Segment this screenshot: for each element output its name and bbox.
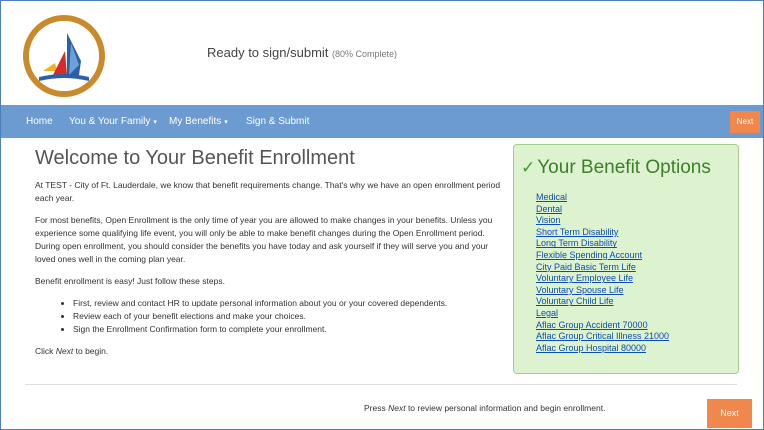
nav-home[interactable]: Home [26,105,53,138]
click-next-emphasis: Next [55,346,74,356]
benefit-link-dental[interactable]: Dental [536,204,562,214]
city-logo [23,15,105,97]
benefit-options-heading: ✓ Your Benefit Options [521,157,711,179]
nav-sign-and-submit[interactable]: Sign & Submit [246,105,309,138]
nav-my-benefits[interactable]: My Benefits ▾ [169,105,228,138]
benefit-link-voluntary-child-life[interactable]: Voluntary Child Life [536,296,614,306]
benefit-link-short-term-disability[interactable]: Short Term Disability [536,227,618,237]
footer-prefix: Press [364,403,389,413]
steps-list: First, review and contact HR to update p… [35,297,503,336]
benefit-link-medical[interactable]: Medical [536,192,567,202]
sailboat-logo-icon [29,21,99,91]
next-button-top[interactable]: Next [730,111,760,133]
benefit-link-legal[interactable]: Legal [536,308,558,318]
benefit-link-basic-term-life[interactable]: City Paid Basic Term Life [536,262,636,272]
click-prefix: Click [35,346,56,356]
benefit-link-long-term-disability[interactable]: Long Term Disability [536,238,617,248]
footer-divider [25,384,737,385]
benefit-link-aflac-critical-illness[interactable]: Aflac Group Critical Illness 21000 [536,331,669,341]
caret-down-icon: ▾ [224,119,228,126]
progress-label: Ready to sign/submit [207,45,329,60]
benefit-link-voluntary-employee-life[interactable]: Voluntary Employee Life [536,273,633,283]
benefit-options-list: Medical Dental Vision Short Term Disabil… [536,192,669,354]
benefit-options-title: Your Benefit Options [537,157,711,178]
benefit-options-panel: ✓ Your Benefit Options Medical Dental Vis… [513,144,739,374]
footer-next-emphasis: Next [388,403,406,413]
checkmark-icon: ✓ [521,158,536,177]
benefit-link-voluntary-spouse-life[interactable]: Voluntary Spouse Life [536,285,624,295]
step-item: First, review and contact HR to update p… [73,297,503,310]
progress-status: Ready to sign/submit (80% Complete) [207,45,397,60]
next-button-bottom[interactable]: Next [707,399,752,428]
benefit-link-aflac-accident[interactable]: Aflac Group Accident 70000 [536,320,648,330]
benefit-link-vision[interactable]: Vision [536,215,560,225]
page-title: Welcome to Your Benefit Enrollment [35,147,355,169]
welcome-section: Welcome to Your Benefit Enrollment At TE… [35,147,503,367]
open-enrollment-paragraph: For most benefits, Open Enrollment is th… [35,215,493,264]
click-next-instruction: Click Next to begin. [35,345,503,358]
progress-percent: (80% Complete) [332,49,398,59]
nav-sign-label: Sign & Submit [246,116,310,127]
caret-down-icon: ▾ [153,119,157,126]
steps-intro: Benefit enrollment is easy! Just follow … [35,276,225,286]
intro-paragraph: At TEST - City of Ft. Lauderdale, we kno… [35,180,501,203]
header: Ready to sign/submit (80% Complete) [1,1,763,105]
nav-family-label: You & Your Family [69,116,151,127]
click-suffix: to begin. [73,346,109,356]
step-item: Review each of your benefit elections an… [73,310,503,323]
benefit-link-aflac-hospital[interactable]: Aflac Group Hospital 80000 [536,343,646,353]
nav-benefits-label: My Benefits [169,116,222,127]
footer-suffix: to review personal information and begin… [405,403,606,413]
step-item: Sign the Enrollment Confirmation form to… [73,323,503,336]
benefit-link-flexible-spending-account[interactable]: Flexible Spending Account [536,250,642,260]
nav-you-and-your-family[interactable]: You & Your Family ▾ [69,105,157,138]
footer-instruction: Press Next to review personal informatio… [364,403,605,413]
main-navbar: Home You & Your Family ▾ My Benefits ▾ Sig… [1,105,763,138]
nav-home-label: Home [26,116,53,127]
